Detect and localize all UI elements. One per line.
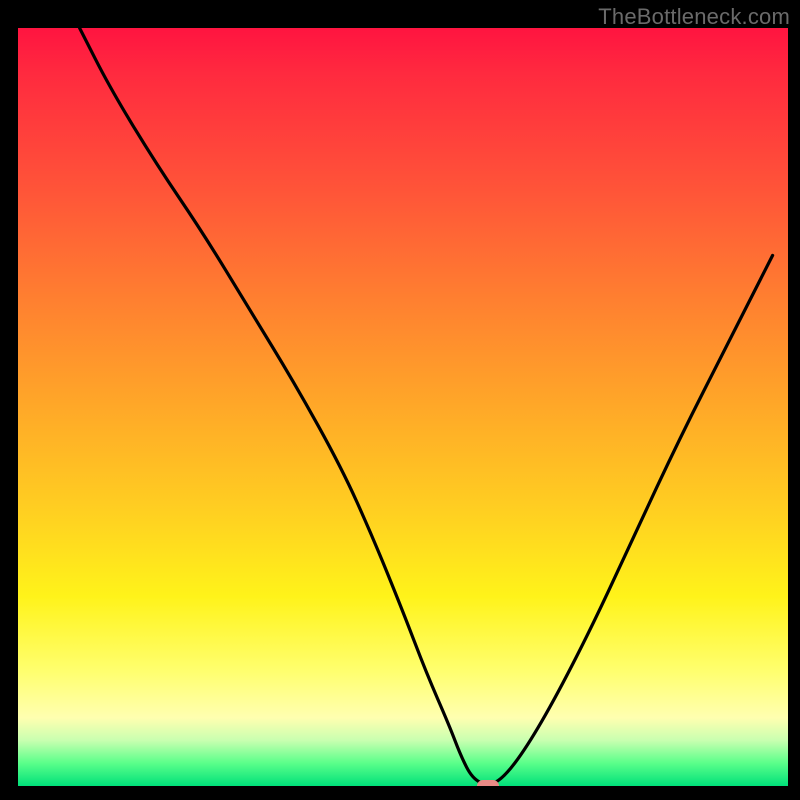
bottleneck-curve xyxy=(18,28,788,786)
chart-frame: TheBottleneck.com xyxy=(0,0,800,800)
watermark-text: TheBottleneck.com xyxy=(598,4,790,30)
plot-area xyxy=(18,28,788,786)
optimal-point-marker xyxy=(477,780,499,786)
